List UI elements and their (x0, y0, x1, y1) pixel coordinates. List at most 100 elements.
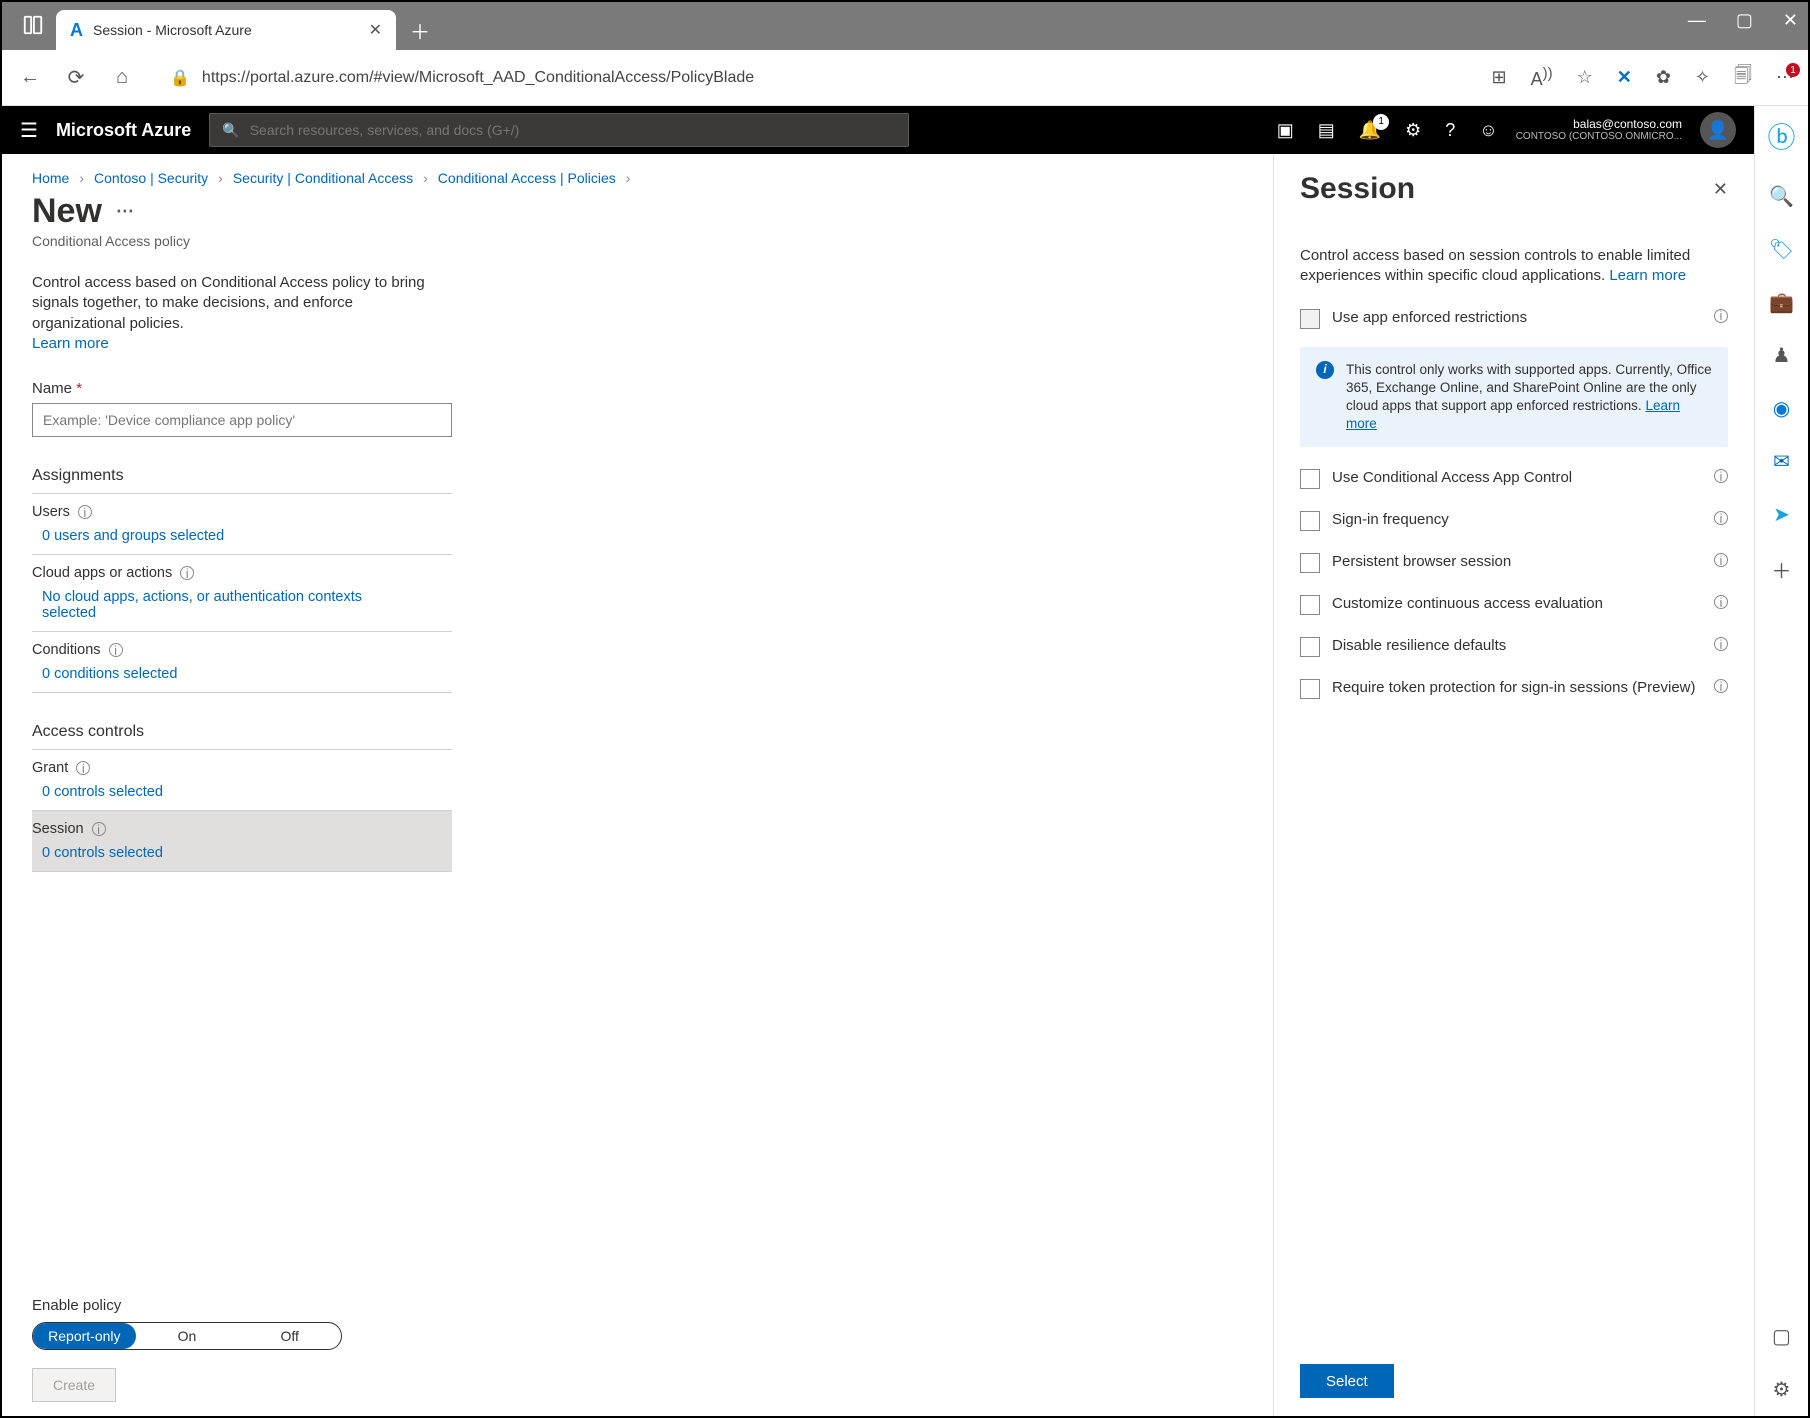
page-subtitle: Conditional Access policy (32, 233, 1243, 249)
address-bar[interactable]: 🔒 https://portal.azure.com/#view/Microso… (154, 60, 1473, 96)
breadcrumb-policies[interactable]: Conditional Access | Policies (438, 170, 616, 186)
checkbox-resilience[interactable]: Disable resilience defaults i (1300, 637, 1728, 657)
azure-portal: ☰ Microsoft Azure 🔍 ▣ ▤ 🔔1 ⚙ ? ☺ balas@c… (2, 106, 1754, 1416)
minimize-icon[interactable]: — (1688, 10, 1706, 31)
info-icon[interactable]: i (180, 566, 194, 580)
back-icon[interactable]: ← (16, 64, 44, 92)
info-icon[interactable]: i (1714, 637, 1728, 651)
checkbox-token-protection[interactable]: Require token protection for sign-in ses… (1300, 679, 1728, 699)
add-sidebar-icon[interactable]: ＋ (1772, 555, 1792, 584)
create-button[interactable]: Create (32, 1368, 116, 1402)
select-button[interactable]: Select (1300, 1364, 1394, 1398)
favorite-icon[interactable]: ☆ (1577, 67, 1593, 88)
maximize-icon[interactable]: ▢ (1736, 10, 1753, 31)
sidebar-panel-icon[interactable]: ▢ (1772, 1324, 1791, 1349)
info-icon[interactable]: i (109, 643, 123, 657)
session-learn-more-link[interactable]: Learn more (1609, 267, 1686, 284)
azure-search[interactable]: 🔍 (209, 113, 909, 147)
learn-more-link[interactable]: Learn more (32, 335, 109, 352)
conditions-row[interactable]: Conditionsi 0 conditions selected (32, 632, 452, 693)
feedback-icon[interactable]: ☺ (1479, 120, 1497, 141)
m365-icon[interactable]: ◉ (1773, 396, 1790, 421)
url-text: https://portal.azure.com/#view/Microsoft… (202, 69, 754, 87)
cloud-shell-icon[interactable]: ▣ (1277, 120, 1294, 141)
info-icon[interactable]: i (1714, 309, 1728, 323)
more-icon[interactable]: ⋯ (1776, 67, 1794, 88)
info-icon[interactable]: i (1714, 511, 1728, 525)
workspaces-icon[interactable] (22, 14, 46, 38)
extensions-icon[interactable]: ✿ (1656, 67, 1671, 88)
more-actions-icon[interactable]: ⋯ (116, 201, 134, 222)
session-link[interactable]: 0 controls selected (32, 845, 452, 861)
checkbox-ca-app-control[interactable]: Use Conditional Access App Control i (1300, 469, 1728, 489)
lock-icon: 🔒 (170, 68, 190, 88)
home-icon[interactable]: ⌂ (108, 64, 136, 92)
enable-policy-toggle[interactable]: Report-only On Off (32, 1322, 342, 1350)
send-icon[interactable]: ➤ (1773, 502, 1790, 527)
toggle-off[interactable]: Off (238, 1323, 341, 1349)
info-callout: i This control only works with supported… (1300, 347, 1728, 448)
info-icon[interactable]: i (1714, 595, 1728, 609)
new-tab-button[interactable]: ＋ (402, 12, 438, 48)
apps-icon[interactable]: ⊞ (1491, 67, 1506, 88)
edge-sidebar: ⓑ 🔍 🏷 💼 ♟ ◉ ✉ ➤ ＋ ▢ ⚙ (1754, 106, 1808, 1416)
info-icon[interactable]: i (1714, 469, 1728, 483)
toggle-report-only[interactable]: Report-only (33, 1323, 136, 1349)
games-icon[interactable]: ♟ (1773, 343, 1791, 368)
breadcrumb-home[interactable]: Home (32, 170, 69, 186)
breadcrumb-contoso[interactable]: Contoso | Security (94, 170, 208, 186)
window-controls: — ▢ ✕ (1688, 10, 1798, 31)
cloud-apps-link[interactable]: No cloud apps, actions, or authenticatio… (32, 589, 392, 621)
info-icon[interactable]: i (92, 822, 106, 836)
notifications-icon[interactable]: 🔔1 (1359, 120, 1381, 141)
info-icon: i (1316, 361, 1334, 379)
checkbox-cae[interactable]: Customize continuous access evaluation i (1300, 595, 1728, 615)
browser-toolbar: ← ⟳ ⌂ 🔒 https://portal.azure.com/#view/M… (2, 50, 1808, 106)
browser-tab[interactable]: A Session - Microsoft Azure ✕ (56, 10, 396, 50)
ext-x-icon[interactable]: ✕ (1617, 67, 1632, 88)
breadcrumb-security[interactable]: Security | Conditional Access (233, 170, 413, 186)
users-link[interactable]: 0 users and groups selected (32, 528, 452, 544)
help-icon[interactable]: ? (1445, 120, 1455, 141)
close-window-icon[interactable]: ✕ (1783, 10, 1798, 31)
briefcase-icon[interactable]: 💼 (1769, 290, 1794, 315)
bing-icon[interactable]: ⓑ (1767, 116, 1795, 156)
checkbox-app-enforced[interactable]: Use app enforced restrictions i (1300, 309, 1728, 329)
tag-icon[interactable]: 🏷 (1769, 237, 1794, 262)
info-icon[interactable]: i (1714, 553, 1728, 567)
notifications-badge: 1 (1373, 114, 1389, 130)
directory-filter-icon[interactable]: ▤ (1318, 120, 1335, 141)
session-row[interactable]: Sessioni 0 controls selected (32, 811, 452, 872)
favorites-bar-icon[interactable]: ✧ (1695, 67, 1710, 88)
hamburger-icon[interactable]: ☰ (20, 118, 38, 143)
grant-link[interactable]: 0 controls selected (32, 784, 452, 800)
tab-close-icon[interactable]: ✕ (369, 20, 382, 40)
outlook-icon[interactable]: ✉ (1773, 449, 1790, 474)
info-icon[interactable]: i (76, 761, 90, 775)
breadcrumb: Home› Contoso | Security› Security | Con… (32, 170, 1243, 186)
users-row[interactable]: Usersi 0 users and groups selected (32, 494, 452, 555)
sidebar-settings-icon[interactable]: ⚙ (1773, 1377, 1791, 1402)
cloud-apps-row[interactable]: Cloud apps or actionsi No cloud apps, ac… (32, 555, 452, 632)
user-account[interactable]: balas@contoso.com CONTOSO (CONTOSO.ONMIC… (1516, 117, 1682, 143)
azure-brand[interactable]: Microsoft Azure (56, 120, 191, 141)
conditions-link[interactable]: 0 conditions selected (32, 666, 452, 682)
avatar[interactable]: 👤 (1700, 112, 1736, 148)
collections-icon[interactable]: 🗐 (1734, 63, 1752, 93)
settings-gear-icon[interactable]: ⚙ (1405, 120, 1421, 141)
info-icon[interactable]: i (1714, 679, 1728, 693)
azure-logo-icon: A (70, 20, 83, 41)
refresh-icon[interactable]: ⟳ (62, 64, 90, 92)
info-icon[interactable]: i (78, 505, 92, 519)
panel-close-icon[interactable]: ✕ (1713, 179, 1728, 200)
azure-header: ☰ Microsoft Azure 🔍 ▣ ▤ 🔔1 ⚙ ? ☺ balas@c… (2, 106, 1754, 154)
policy-name-input[interactable] (32, 403, 452, 437)
search-sidebar-icon[interactable]: 🔍 (1769, 184, 1794, 209)
checkbox-signin-frequency[interactable]: Sign-in frequency i (1300, 511, 1728, 531)
grant-row[interactable]: Granti 0 controls selected (32, 750, 452, 811)
toggle-on[interactable]: On (136, 1323, 239, 1349)
checkbox-persistent-browser[interactable]: Persistent browser session i (1300, 553, 1728, 573)
search-icon: 🔍 (222, 122, 239, 139)
azure-search-input[interactable] (250, 122, 897, 138)
read-aloud-icon[interactable]: A)) (1531, 65, 1553, 90)
